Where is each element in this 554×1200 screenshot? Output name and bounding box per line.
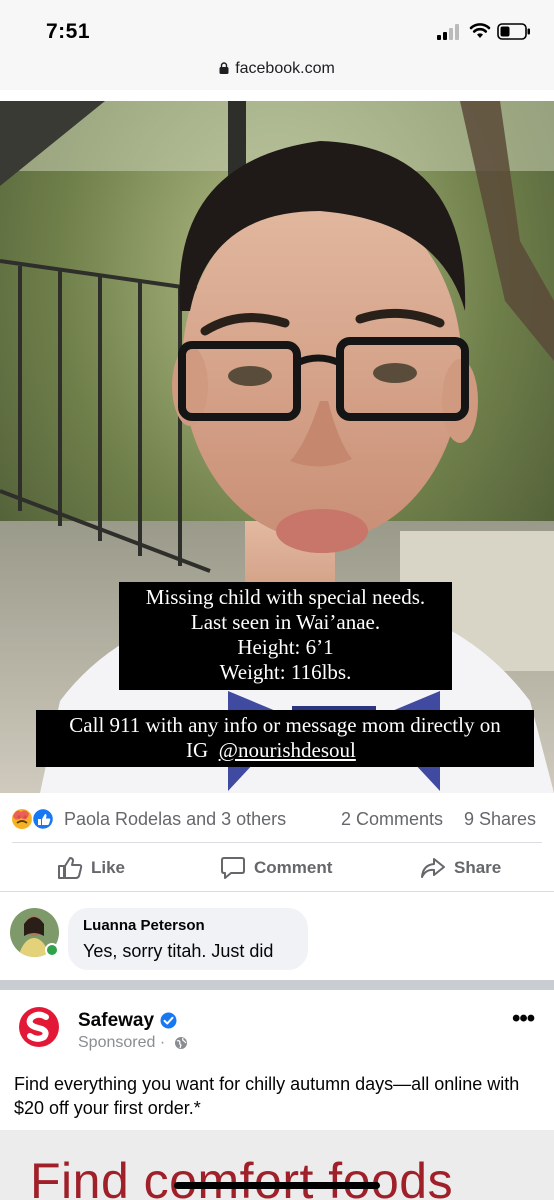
globe-icon [175,1037,187,1049]
online-status-indicator [45,943,59,957]
reaction-names: Paola Rodelas and 3 others [64,809,287,829]
comment-author[interactable]: Luanna Peterson [83,917,205,934]
clock: 7:51 [46,20,91,43]
url-text: facebook.com [235,60,335,77]
comment-bubble[interactable]: Luanna Peterson Yes, sorry titah. Just d… [68,908,308,970]
lock-icon [219,62,229,74]
safeway-logo[interactable] [16,1004,62,1050]
more-options-icon[interactable]: ••• [512,1007,535,1031]
reaction-icons [12,808,55,830]
sponsored-post: Safeway Sponsored · ••• Find everything … [0,990,554,1200]
advertiser-name[interactable]: Safeway [78,1010,154,1032]
comment-text: Yes, sorry titah. Just did [83,941,274,961]
image-caption-missing-info: Missing child with special needs. Last s… [119,582,452,690]
browser-url-bar[interactable]: facebook.com [0,56,554,90]
post-actions: Like Comment Share [0,843,554,891]
share-arrow-icon [421,858,445,878]
reactions-summary[interactable]: Paola Rodelas and 3 others 2 Comments 9 … [0,795,554,841]
home-indicator[interactable] [174,1182,380,1189]
cellular-signal-icon [437,24,459,40]
thumbs-up-icon [58,857,83,879]
sponsored-post-image[interactable]: Find comfort foods [0,1130,554,1200]
post-image[interactable]: Missing child with special needs. Last s… [0,101,554,793]
comment-item: Luanna Peterson Yes, sorry titah. Just d… [0,892,554,980]
comment-button[interactable]: Comment [220,855,332,881]
image-caption-contact-info: Call 911 with any info or message mom di… [36,710,534,767]
shares-count[interactable]: 9 Shares [464,809,536,830]
status-bar: 7:51 [0,0,554,56]
like-button[interactable]: Like [57,855,125,881]
ad-image-headline: Find comfort foods [30,1153,454,1200]
wifi-icon [469,23,491,38]
comment-bubble-icon [221,857,245,879]
verified-badge-icon [160,1012,177,1029]
sponsored-post-text: Find everything you want for chilly autu… [14,1074,520,1118]
feed-separator [0,980,554,990]
instagram-handle: @nourishdesoul [218,738,356,762]
sponsored-label: Sponsored · [78,1034,166,1051]
share-button[interactable]: Share [420,855,501,881]
battery-icon [497,23,530,40]
comments-count[interactable]: 2 Comments [341,809,443,830]
